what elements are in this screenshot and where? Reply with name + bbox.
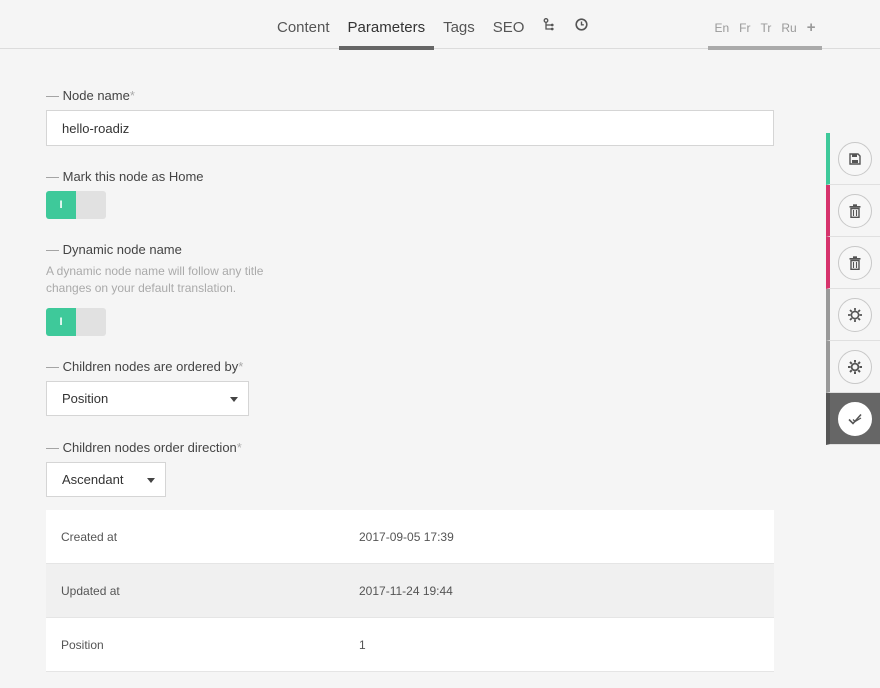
dynamic-name-toggle[interactable]: I — [46, 308, 106, 336]
settings-button[interactable] — [826, 341, 880, 393]
mark-home-label: — Mark this node as Home — [46, 169, 204, 184]
table-value: 2017-11-24 19:44 — [359, 583, 453, 598]
trash-icon — [849, 255, 861, 270]
add-language-button[interactable]: + — [802, 0, 821, 49]
tab-seo[interactable]: SEO — [484, 0, 534, 49]
delete-permanently-button[interactable] — [826, 237, 880, 289]
children-order-select[interactable]: Position — [46, 381, 249, 416]
gear-refresh-icon — [848, 307, 862, 322]
table-key: Position — [61, 637, 104, 652]
node-name-label: — Node name* — [46, 88, 135, 103]
dynamic-name-label: — Dynamic node name — [46, 242, 182, 257]
tab-bar: Content Parameters Tags SEO — [268, 0, 597, 50]
delete-button[interactable] — [826, 185, 880, 237]
save-icon — [849, 152, 861, 165]
required-marker: * — [236, 440, 242, 455]
tree-icon — [544, 17, 555, 30]
action-sidebar — [826, 133, 880, 445]
tab-content[interactable]: Content — [268, 0, 339, 49]
children-order-label: — Children nodes are ordered by* — [46, 359, 244, 374]
tab-parameters[interactable]: Parameters — [338, 0, 435, 50]
table-key: Created at — [61, 529, 118, 544]
children-order-label-text: Children nodes are ordered by — [62, 359, 239, 374]
node-name-label-text: Node name — [62, 88, 130, 103]
lang-fr[interactable]: Fr — [734, 0, 755, 49]
dynamic-name-label-text: Dynamic node name — [62, 242, 182, 257]
regenerate-button[interactable] — [826, 289, 880, 341]
chevron-down-icon — [147, 478, 155, 483]
toggle-on-indicator: I — [46, 308, 76, 336]
clock-icon — [575, 18, 588, 31]
tab-tree[interactable] — [533, 0, 565, 49]
toggle-on-indicator: I — [46, 191, 76, 219]
action-circle — [838, 401, 872, 436]
publish-check-icon — [848, 413, 862, 425]
mark-home-toggle[interactable]: I — [46, 191, 106, 219]
lang-tr[interactable]: Tr — [756, 0, 777, 49]
table-row: Created at 2017-09-05 17:39 — [46, 510, 774, 564]
table-row: Updated at 2017-11-24 19:44 — [46, 564, 774, 618]
required-marker: * — [129, 88, 135, 103]
gear-icon — [848, 359, 862, 374]
children-order-value: Position — [62, 391, 109, 406]
node-name-input[interactable] — [46, 110, 774, 146]
language-switcher: En Fr Tr Ru + — [708, 0, 822, 50]
mark-home-label-text: Mark this node as Home — [62, 169, 204, 184]
action-circle — [838, 349, 872, 384]
order-direction-value: Ascendant — [62, 472, 124, 487]
order-direction-label: — Children nodes order direction* — [46, 440, 242, 455]
dynamic-name-description: A dynamic node name will follow any titl… — [46, 264, 264, 295]
tab-history[interactable] — [565, 0, 597, 49]
order-direction-label-text: Children nodes order direction — [62, 440, 237, 455]
top-navigation: Content Parameters Tags SEO En Fr Tr Ru … — [0, 0, 880, 50]
node-info-table: Created at 2017-09-05 17:39 Updated at 2… — [46, 510, 774, 672]
action-circle — [838, 297, 872, 332]
trash-icon — [849, 203, 861, 218]
table-value: 1 — [359, 637, 366, 652]
tab-tags[interactable]: Tags — [434, 0, 484, 49]
table-value: 2017-09-05 17:39 — [359, 529, 454, 544]
publish-button[interactable] — [826, 393, 880, 445]
action-circle — [838, 193, 872, 228]
save-button[interactable] — [826, 133, 880, 185]
table-key: Updated at — [61, 583, 120, 598]
required-marker: * — [238, 359, 244, 374]
chevron-down-icon — [230, 397, 238, 402]
action-circle — [838, 141, 872, 176]
action-circle — [838, 245, 872, 280]
table-row: Position 1 — [46, 618, 774, 672]
order-direction-select[interactable]: Ascendant — [46, 462, 166, 497]
lang-ru[interactable]: Ru — [776, 0, 801, 49]
lang-en[interactable]: En — [709, 0, 734, 49]
